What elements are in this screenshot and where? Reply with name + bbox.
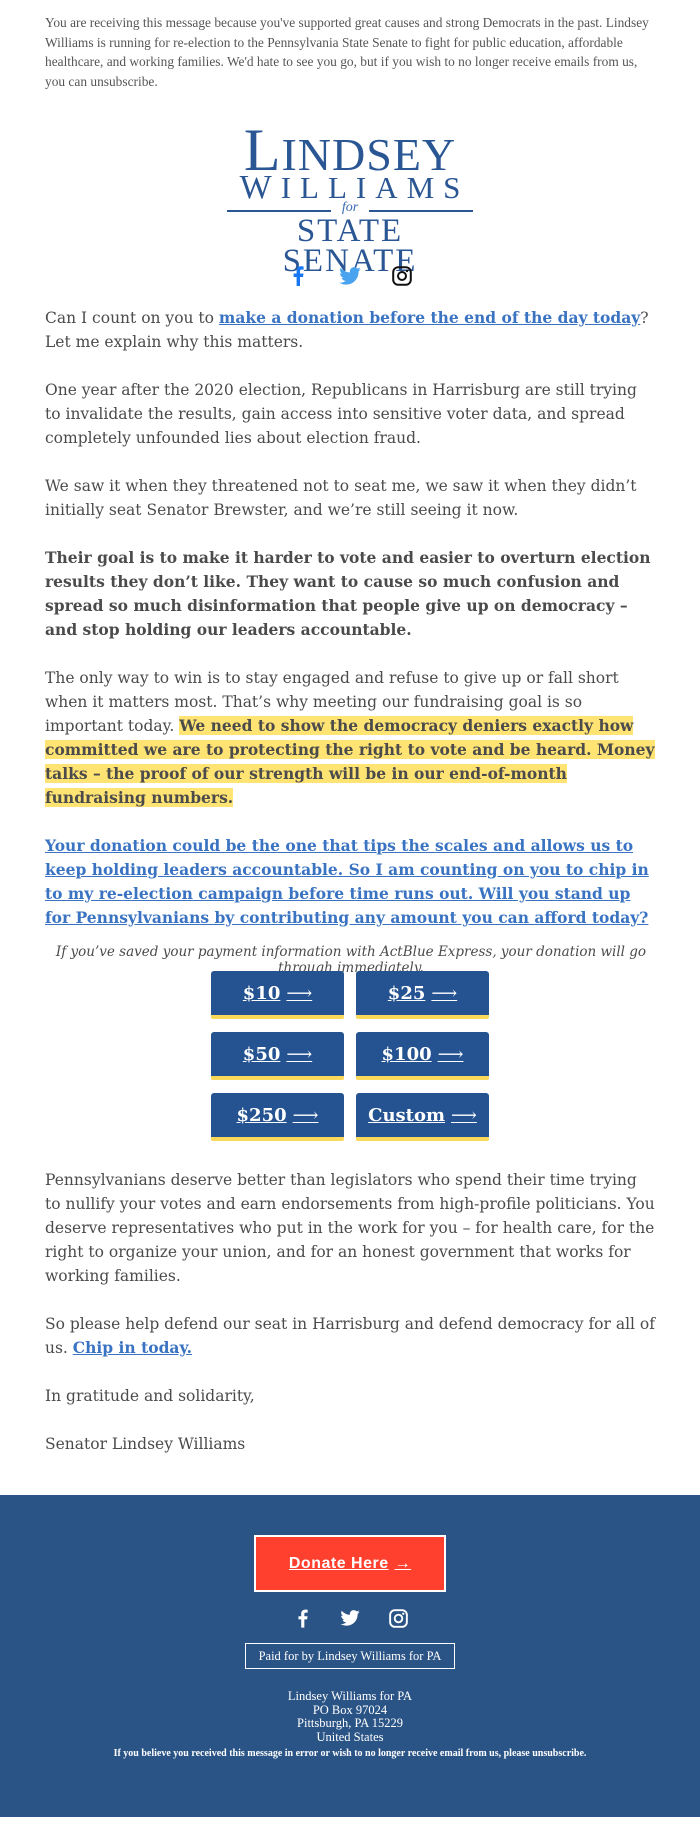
arrow-right-icon: ⟶	[437, 1043, 464, 1065]
donate-100-button[interactable]: $100 ⟶	[356, 1032, 489, 1080]
twitter-icon[interactable]	[340, 1608, 360, 1628]
email-body: Can I count on you to make a donation be…	[45, 306, 657, 990]
address-country: United States	[316, 1729, 384, 1744]
paid-for-disclaimer: Paid for by Lindsey Williams for PA	[245, 1643, 455, 1669]
arrow-right-icon: ⟶	[292, 1104, 319, 1126]
footer-unsubscribe-link[interactable]: unsubscribe	[532, 1748, 584, 1759]
chip-in-link[interactable]: Chip in today.	[73, 1338, 192, 1357]
footer-unsubscribe-text: If you believe you received this message…	[113, 1748, 587, 1759]
campaign-logo: LINDSEY WILLIAMS for STATE SENATE	[225, 117, 475, 278]
paragraph-election: One year after the 2020 election, Republ…	[45, 381, 637, 447]
donation-ask-link[interactable]: Your donation could be the one that tips…	[45, 836, 649, 927]
paragraph-goal: Their goal is to make it harder to vote …	[45, 548, 651, 639]
instagram-icon[interactable]	[391, 265, 413, 287]
logo-line-lindsey: LINDSEY	[243, 117, 457, 183]
preheader-unsubscribe-link[interactable]: unsubscribe	[90, 74, 154, 89]
donate-50-button[interactable]: $50 ⟶	[211, 1032, 344, 1080]
instagram-icon[interactable]	[388, 1608, 408, 1628]
signature: Senator Lindsey Williams	[45, 1435, 246, 1453]
twitter-icon[interactable]	[339, 265, 361, 287]
logo-for: for	[341, 200, 359, 215]
email-body-closing: Pennsylvanians deserve better than legis…	[45, 1168, 657, 1480]
preheader-text: You are receiving this message because y…	[45, 15, 649, 89]
arrow-right-icon: ⟶	[451, 1104, 477, 1126]
address-city: Pittsburgh, PA 15229	[297, 1716, 403, 1730]
arrow-right-icon: →	[394, 1554, 412, 1572]
address-po-box: PO Box 97024	[312, 1702, 388, 1717]
donate-today-link[interactable]: make a donation before the end of the da…	[219, 308, 640, 327]
paragraph-deserve-better: Pennsylvanians deserve better than legis…	[45, 1171, 655, 1285]
social-links-footer	[0, 1608, 700, 1628]
donate-custom-button[interactable]: Custom ⟶	[356, 1093, 489, 1141]
facebook-icon[interactable]	[287, 265, 309, 287]
arrow-right-icon: ⟶	[431, 982, 458, 1004]
closing-line: In gratitude and solidarity,	[45, 1387, 255, 1405]
paragraph-ask: Your donation could be the one that tips…	[45, 834, 657, 930]
donate-250-button[interactable]: $250 ⟶	[211, 1093, 344, 1141]
logo-divider: for	[225, 200, 475, 216]
arrow-right-icon: ⟶	[286, 1043, 313, 1065]
paragraph-seat: We saw it when they threatened not to se…	[45, 477, 637, 519]
donation-amount-buttons: $10 ⟶ $25 ⟶ $50 ⟶ $100 ⟶ $250 ⟶ Custom ⟶	[211, 971, 489, 1141]
arrow-right-icon: ⟶	[286, 982, 313, 1004]
mailing-address: Lindsey Williams for PA PO Box 97024 Pit…	[0, 1689, 700, 1744]
address-org: Lindsey Williams for PA	[287, 1689, 413, 1703]
donate-10-button[interactable]: $10 ⟶	[211, 971, 344, 1019]
donate-here-button[interactable]: Donate Here →	[254, 1535, 446, 1592]
footer: Donate Here → Paid for by Lindsey William…	[0, 1495, 700, 1817]
donate-25-button[interactable]: $25 ⟶	[356, 971, 489, 1019]
paragraph-fundraising: The only way to win is to stay engaged a…	[45, 669, 655, 807]
social-links-top	[0, 265, 700, 287]
paragraph-defend: So please help defend our seat in Harris…	[45, 1315, 656, 1357]
facebook-icon[interactable]	[292, 1608, 312, 1628]
paragraph-intro: Can I count on you to make a donation be…	[45, 308, 649, 351]
